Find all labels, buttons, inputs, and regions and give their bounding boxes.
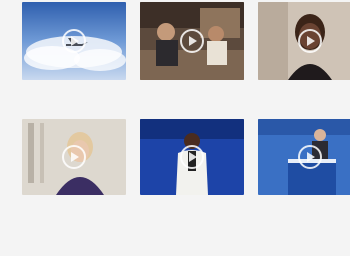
video-card[interactable] [140,119,244,218]
play-icon[interactable] [179,144,205,170]
video-title[interactable] [258,86,350,100]
video-grid [22,2,350,218]
video-title[interactable] [22,201,126,215]
video-thumbnail[interactable] [22,119,126,195]
play-icon[interactable] [61,144,87,170]
video-card[interactable] [140,2,244,103]
play-icon[interactable] [179,28,205,54]
play-icon[interactable] [297,28,323,54]
video-thumbnail[interactable] [22,2,126,80]
play-icon[interactable] [297,144,323,170]
video-card[interactable] [258,2,350,103]
video-thumbnail[interactable] [258,2,350,80]
video-thumbnail[interactable] [140,119,244,195]
video-thumbnail[interactable] [258,119,350,195]
video-thumbnail[interactable] [140,2,244,80]
video-title[interactable] [140,201,244,215]
video-title[interactable] [258,201,350,215]
video-title[interactable] [22,86,126,100]
video-gallery-page [0,0,350,256]
video-title[interactable] [140,86,244,100]
video-card[interactable] [258,119,350,218]
video-card[interactable] [22,2,126,103]
video-card[interactable] [22,119,126,218]
play-icon[interactable] [61,28,87,54]
